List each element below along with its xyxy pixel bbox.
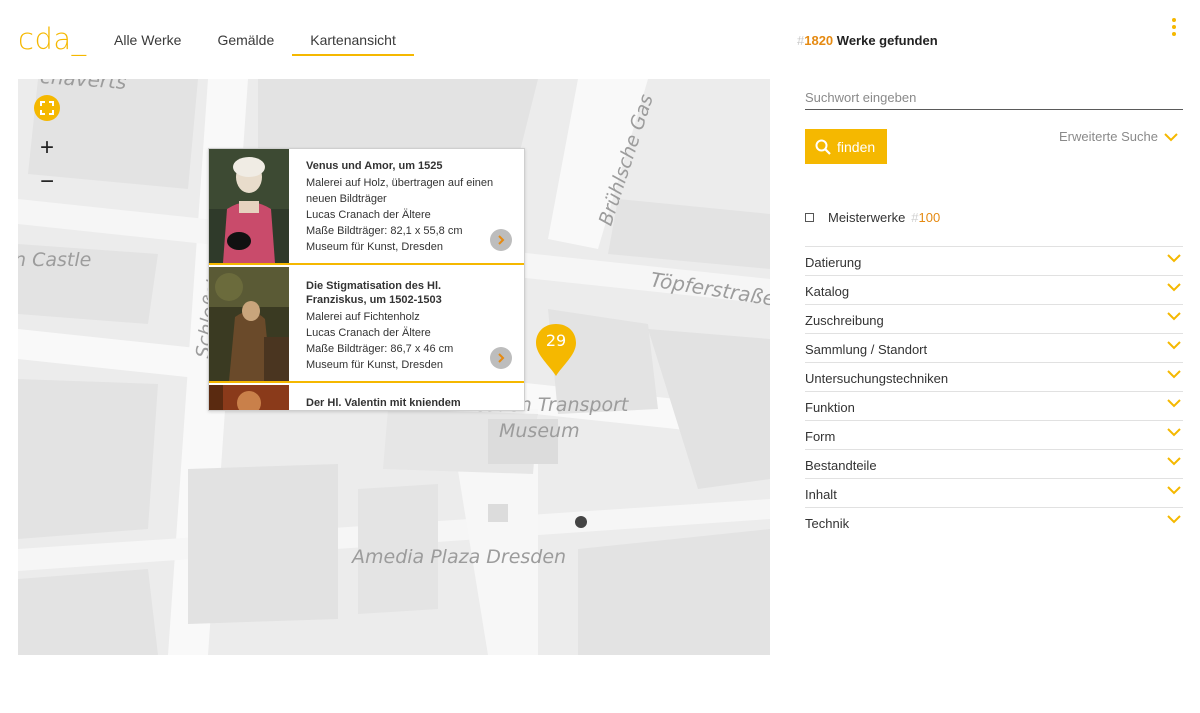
search-icon [815, 139, 831, 155]
filter-label: Inhalt [805, 487, 837, 502]
artwork-artist: Lucas Cranach der Ältere [306, 327, 431, 339]
chevron-right-icon [498, 353, 505, 363]
advanced-search-toggle[interactable]: Erweiterte Suche [1059, 129, 1178, 144]
filter-inhalt[interactable]: Inhalt [805, 478, 1183, 507]
kebab-icon [1172, 18, 1176, 22]
chevron-down-icon [1167, 428, 1181, 437]
tab-alle-werke[interactable]: Alle Werke [96, 0, 199, 56]
artwork-card[interactable]: Die Stigmatisation des Hl. Franziskus, u… [209, 267, 524, 383]
masterworks-count: 100 [918, 210, 941, 225]
filter-label: Untersuchungstechniken [805, 371, 949, 386]
results-count: #1820 Werke gefunden [797, 33, 938, 48]
search-input[interactable] [805, 86, 1183, 110]
artwork-info: Venus und Amor, um 1525 Malerei auf Holz… [306, 159, 496, 255]
cluster-marker[interactable]: 29 [534, 322, 578, 378]
filter-label: Funktion [805, 400, 855, 415]
filter-label: Datierung [805, 255, 862, 270]
map-label-amedia-plaza: Amedia Plaza Dresden [352, 546, 567, 568]
artwork-artist: Lucas Cranach der Ältere [306, 209, 431, 221]
artwork-card[interactable]: Der Hl. Valentin mit kniendem [209, 385, 524, 410]
artwork-info: Der Hl. Valentin mit kniendem [306, 396, 496, 410]
tab-kartenansicht[interactable]: Kartenansicht [292, 0, 414, 56]
filter-technik[interactable]: Technik [805, 507, 1183, 536]
map-label-castle: n Castle [18, 249, 92, 271]
filter-label: Katalog [805, 284, 850, 299]
location-marker[interactable] [575, 516, 587, 528]
artwork-museum: Museum für Kunst, Dresden [306, 241, 443, 253]
fullscreen-icon [40, 101, 54, 115]
chevron-down-icon [1167, 399, 1181, 408]
artwork-dimensions: Maße Bildträger: 86,7 x 46 cm [306, 343, 454, 355]
fullscreen-button[interactable] [34, 95, 60, 121]
chevron-down-icon [1167, 341, 1181, 350]
filter-datierung[interactable]: Datierung [805, 246, 1183, 275]
chevron-down-icon [1167, 370, 1181, 379]
filter-label: Bestandteile [805, 458, 877, 473]
masterworks-checkbox[interactable] [805, 213, 814, 222]
artwork-info: Die Stigmatisation des Hl. Franziskus, u… [306, 279, 496, 373]
more-menu-button[interactable] [1171, 18, 1177, 38]
open-artwork-button[interactable] [490, 347, 512, 369]
artwork-thumbnail [209, 267, 289, 381]
filter-label: Zuschreibung [805, 313, 884, 328]
advanced-search-label: Erweiterte Suche [1059, 129, 1158, 144]
filter-untersuchungstechniken[interactable]: Untersuchungstechniken [805, 362, 1183, 391]
artwork-thumbnail [209, 149, 289, 263]
map-label-transport-museum-line2: Museum [499, 420, 580, 442]
chevron-down-icon [1167, 312, 1181, 321]
artwork-medium: Malerei auf Holz, übertragen auf einen n… [306, 177, 494, 205]
filter-bestandteile[interactable]: Bestandteile [805, 449, 1183, 478]
masterworks-label: Meisterwerke [828, 210, 906, 225]
search-button-label: finden [837, 138, 876, 155]
filter-form[interactable]: Form [805, 420, 1183, 449]
search-button[interactable]: finden [805, 129, 887, 164]
chevron-down-icon [1164, 132, 1178, 141]
results-label: Werke gefunden [836, 33, 938, 48]
masterworks-filter[interactable]: Meisterwerke #100 [805, 210, 940, 225]
artwork-title: Venus und Amor, um 1525 [306, 160, 443, 172]
chevron-right-icon [498, 235, 505, 245]
filter-funktion[interactable]: Funktion [805, 391, 1183, 420]
filter-label: Technik [805, 516, 850, 531]
artwork-thumbnail [209, 385, 289, 410]
artwork-title: Der Hl. Valentin mit kniendem [306, 397, 461, 409]
artwork-title: Die Stigmatisation des Hl. Franziskus, u… [306, 280, 442, 306]
masterworks-hash: # [911, 210, 919, 225]
chevron-down-icon [1167, 486, 1181, 495]
logo[interactable]: cda_ [18, 22, 87, 56]
chevron-down-icon [1167, 457, 1181, 466]
filter-label: Form [805, 429, 836, 444]
results-number: 1820 [804, 33, 834, 48]
artwork-popup[interactable]: Venus und Amor, um 1525 Malerei auf Holz… [208, 148, 525, 411]
artwork-card[interactable]: Venus und Amor, um 1525 Malerei auf Holz… [209, 149, 524, 265]
zoom-out-button[interactable]: − [34, 168, 60, 195]
main-nav: Alle Werke Gemälde Kartenansicht [96, 0, 414, 56]
filter-katalog[interactable]: Katalog [805, 275, 1183, 304]
chevron-down-icon [1167, 283, 1181, 292]
chevron-down-icon [1167, 254, 1181, 263]
open-artwork-button[interactable] [490, 229, 512, 251]
filter-label: Sammlung / Standort [805, 342, 928, 357]
artwork-dimensions: Maße Bildträger: 82,1 x 55,8 cm [306, 225, 463, 237]
map-view[interactable]: chaverts n Castle Brühlsche Gas Töpferst… [18, 79, 770, 655]
filter-sammlung-standort[interactable]: Sammlung / Standort [805, 333, 1183, 362]
filter-zuschreibung[interactable]: Zuschreibung [805, 304, 1183, 333]
cluster-count: 29 [545, 331, 567, 350]
artwork-medium: Malerei auf Fichtenholz [306, 311, 420, 323]
chevron-down-icon [1167, 515, 1181, 524]
zoom-in-button[interactable]: + [34, 134, 60, 161]
artwork-museum: Museum für Kunst, Dresden [306, 359, 443, 371]
filter-list: Datierung Katalog Zuschreibung Sammlung … [805, 246, 1183, 536]
tab-gemaelde[interactable]: Gemälde [199, 0, 292, 56]
